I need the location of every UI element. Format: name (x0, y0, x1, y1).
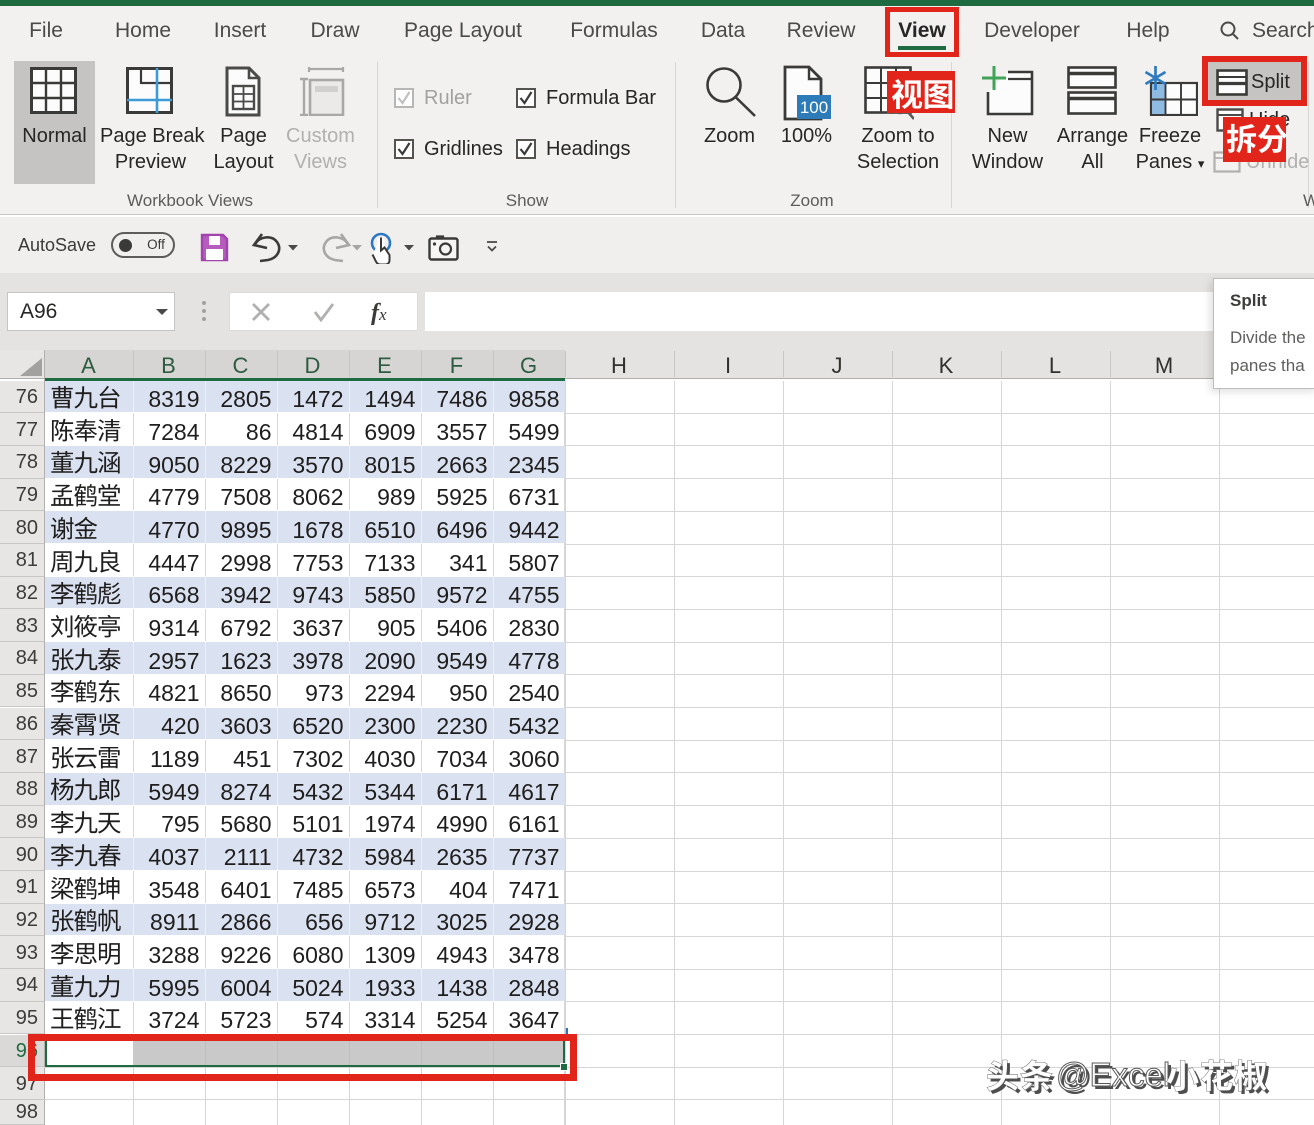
svg-text:100: 100 (800, 98, 828, 117)
